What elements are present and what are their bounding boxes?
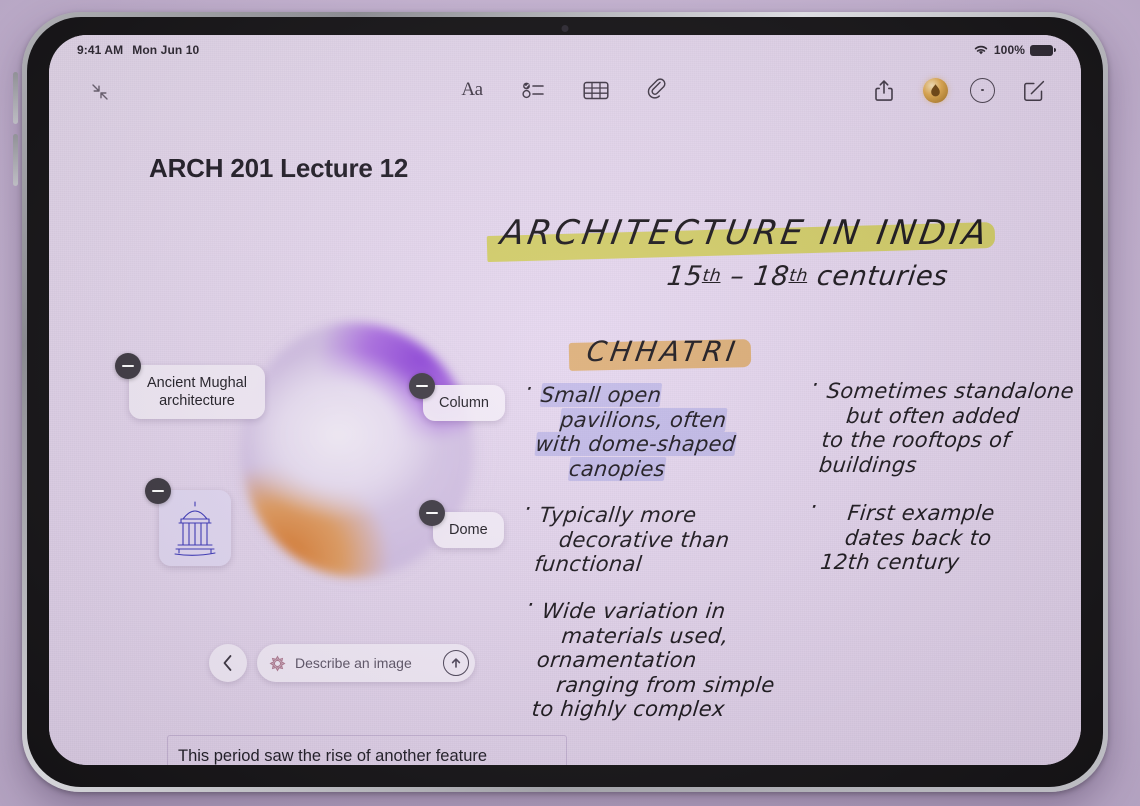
bullet-line: but often added	[845, 403, 1021, 428]
bullet-line: to highly complex	[530, 697, 727, 722]
minus-circle-icon[interactable]	[115, 353, 141, 379]
chhatri-sketch-icon	[166, 497, 224, 559]
bullet-line: ornamentation	[535, 648, 698, 673]
status-bar: 9:41 AM Mon Jun 10 100%	[49, 35, 1081, 65]
bullet-line: Sometimes standalone	[825, 379, 1076, 403]
chip-label: Column	[439, 395, 489, 411]
volume-up-button[interactable]	[13, 72, 18, 124]
paperclip-icon	[647, 78, 669, 102]
chip-column[interactable]: Column	[409, 373, 505, 422]
bullet-line: dates back to	[843, 525, 993, 550]
image-playground-prompt-row: Describe an image	[209, 644, 475, 682]
bullet-item: First example dates back to 12th century	[801, 501, 1081, 575]
handwritten-bullets-left: Small open pavilions, often with dome-sh…	[519, 383, 809, 738]
bullet-line: buildings	[817, 452, 919, 477]
status-bar-right: 100%	[973, 43, 1056, 57]
image-playground-sparkle-icon	[269, 654, 286, 672]
checklist-button[interactable]	[517, 73, 551, 107]
bullet-item: Wide variation in materials used, orname…	[513, 599, 816, 722]
describe-image-input[interactable]: Describe an image	[257, 644, 475, 682]
chip-ancient-mughal-architecture[interactable]: Ancient Mughal architecture	[115, 353, 265, 420]
section-label-wrapper: CHHATRI	[568, 335, 751, 371]
arrow-up-circle-icon[interactable]	[443, 650, 469, 676]
note-body-paragraph[interactable]: This period saw the rise of another feat…	[167, 735, 567, 765]
handwritten-headline-block: ARCHITECTURE IN INDIA 15th – 18th centur…	[486, 213, 1081, 292]
attachment-button[interactable]	[641, 73, 675, 107]
toolbar-right-group	[867, 73, 1051, 107]
bullet-line: with dome-shaped	[534, 432, 737, 457]
minus-circle-icon[interactable]	[145, 478, 171, 504]
chevron-left-icon[interactable]	[209, 644, 247, 682]
status-time: 9:41 AM	[77, 43, 124, 57]
chip-label: Ancient Mughal architecture	[147, 375, 247, 410]
handwritten-headline: ARCHITECTURE IN INDIA	[497, 213, 993, 253]
body-line-1: This period saw the rise of another feat…	[178, 747, 488, 765]
minus-circle-icon[interactable]	[419, 500, 445, 526]
subhead-dash: – 18	[719, 261, 792, 292]
bullet-line: Typically more	[538, 503, 698, 528]
chip-sketch-thumbnail[interactable]	[145, 478, 231, 566]
apple-intelligence-button[interactable]	[923, 77, 948, 103]
tablet-screen: 9:41 AM Mon Jun 10 100% Aa ARCH 201 Lect…	[49, 35, 1081, 765]
more-button[interactable]	[970, 77, 995, 103]
minus-circle-icon[interactable]	[409, 373, 435, 399]
bullet-item: Sometimes standalone but often added to …	[800, 379, 1081, 477]
share-button[interactable]	[867, 73, 901, 107]
compose-pencil-icon	[1023, 79, 1046, 102]
sparkle-glow-icon	[929, 83, 942, 98]
battery-percent-label: 100%	[993, 43, 1025, 57]
tablet-device: 9:41 AM Mon Jun 10 100% Aa ARCH 201 Lect…	[13, 12, 1108, 792]
page-title: ARCH 201 Lecture 12	[149, 153, 409, 183]
bullet-line: canopies	[567, 456, 667, 481]
checklist-icon	[522, 80, 546, 100]
front-camera	[561, 25, 569, 32]
table-icon	[583, 80, 609, 101]
bullet-line: to the rooftops of	[820, 428, 1012, 453]
status-bar-left: 9:41 AM Mon Jun 10	[77, 43, 199, 57]
share-icon	[874, 79, 894, 102]
bullet-line: functional	[533, 552, 644, 577]
handwritten-subhead: 15th – 18th centuries	[665, 261, 1081, 292]
bullet-line: ranging from simple	[555, 672, 777, 697]
subhead-prefix: 15	[665, 261, 705, 292]
status-date: Mon Jun 10	[132, 43, 200, 57]
bullet-line: First example	[846, 501, 996, 526]
bullet-line: 12th century	[819, 550, 961, 575]
device-bezel: 9:41 AM Mon Jun 10 100% Aa ARCH 201 Lect…	[27, 17, 1103, 787]
bullet-line: Small open	[539, 383, 663, 407]
chip-dome[interactable]: Dome	[419, 500, 504, 549]
headline-wrapper: ARCHITECTURE IN INDIA	[486, 213, 996, 263]
bullet-line: decorative than	[557, 527, 731, 552]
subhead-suffix: centuries	[805, 261, 950, 292]
bullet-line: Wide variation in	[540, 598, 727, 623]
chip-label: Dome	[449, 522, 488, 538]
bullet-line: pavilions, often	[559, 407, 728, 432]
format-button[interactable]: Aa	[455, 73, 489, 107]
bullet-item: Typically more decorative than functiona…	[515, 503, 813, 577]
table-button[interactable]	[579, 73, 613, 107]
note-toolbar: Aa	[49, 65, 1081, 117]
bullet-line: materials used,	[560, 623, 730, 648]
section-label: CHHATRI	[584, 335, 742, 368]
wifi-icon	[973, 44, 989, 56]
battery-icon	[1030, 44, 1056, 56]
ellipsis-icon	[981, 88, 984, 92]
toolbar-center-group: Aa	[455, 73, 675, 107]
collapse-arrows-icon[interactable]	[87, 79, 113, 105]
handwritten-bullets-right: Sometimes standalone but often added to …	[805, 379, 1081, 591]
volume-down-button[interactable]	[13, 134, 18, 186]
describe-image-placeholder: Describe an image	[295, 655, 412, 671]
bullet-item: Small open pavilions, often with dome-sh…	[514, 383, 814, 481]
compose-button[interactable]	[1017, 73, 1051, 107]
